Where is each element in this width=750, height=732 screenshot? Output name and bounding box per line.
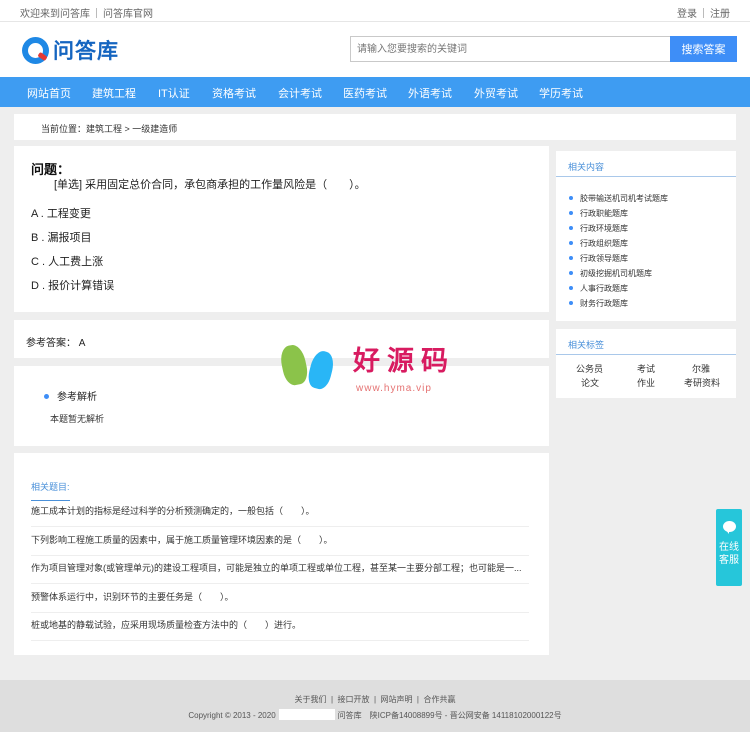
login-link[interactable]: 登录 (677, 9, 697, 20)
option-a: A . 工程变更 (31, 208, 91, 220)
reference-answer: 参考答案： A (26, 338, 86, 349)
chat-icon (723, 521, 736, 534)
logo-text: 问答库 (53, 40, 119, 63)
tag-item[interactable]: 公务员 (576, 362, 603, 375)
nav-foreign-trade[interactable]: 外贸考试 (474, 85, 518, 101)
bullet-icon (569, 286, 573, 290)
related-content-item[interactable]: 胶带输送机司机考试题库 (569, 193, 668, 204)
site-logo[interactable]: 问答库 (22, 36, 119, 64)
question-stem: [单选] 采用固定总价合同，承包商承担的工作量风险是（ ）。 (54, 179, 366, 191)
footer: 关于我们 | 接口开放 | 网站声明 | 合作共赢 Copyright © 20… (0, 680, 750, 732)
copyright: Copyright © 2013 - 2020 问答库 陕ICP备14008899… (188, 709, 562, 720)
related-tags-panel: 相关标签 公务员 考试 尔雅 论文 作业 考研资料 (556, 329, 736, 398)
watermark-url: www.hyma.vip (356, 383, 432, 394)
bullet-icon (569, 211, 573, 215)
main-nav: 网站首页 建筑工程 IT认证 资格考试 会计考试 医药考试 外语考试 外贸考试 … (0, 77, 750, 107)
search-box: 搜索答案 (350, 36, 737, 62)
bullet-icon (569, 226, 573, 230)
related-content-item[interactable]: 行政领导题库 (569, 253, 628, 264)
analysis-title: 参考解析 (44, 388, 97, 403)
footer-link-cooperation[interactable]: 合作共赢 (423, 695, 455, 704)
related-content-panel: 相关内容 胶带输送机司机考试题库 行政职能题库 行政环境题库 行政组织题库 行政… (556, 151, 736, 321)
tag-item[interactable]: 尔雅 (692, 362, 710, 375)
watermark-text: 好源码 (353, 346, 455, 377)
tag-item[interactable]: 考研资料 (684, 376, 720, 389)
nav-home[interactable]: 网站首页 (27, 85, 71, 101)
nav-it-cert[interactable]: IT认证 (158, 85, 190, 101)
related-questions-heading: 相关题目: (31, 480, 70, 501)
footer-link-about[interactable]: 关于我们 (295, 695, 327, 704)
header: 问答库 搜索答案 (0, 22, 750, 77)
nav-education[interactable]: 学历考试 (539, 85, 583, 101)
related-questions-card: 相关题目: 施工成本计划的指标是经过科学的分析预测确定的，一般包括（ ）。 下列… (14, 453, 549, 655)
search-button[interactable]: 搜索答案 (670, 36, 737, 62)
bullet-icon (569, 256, 573, 260)
related-question-item[interactable]: 施工成本计划的指标是经过科学的分析预测确定的，一般包括（ ）。 (31, 504, 529, 527)
bullet-icon (44, 394, 49, 399)
welcome-text: 欢迎来到问答库 (20, 9, 90, 20)
search-input[interactable] (350, 36, 670, 62)
footprint-icon (305, 348, 337, 392)
online-service-button[interactable]: 在线客服 (716, 509, 742, 586)
nav-medical[interactable]: 医药考试 (343, 85, 387, 101)
option-b: B . 漏报项目 (31, 232, 92, 244)
related-question-item[interactable]: 桩或地基的静载试验，应采用现场质量检查方法中的（ ）进行。 (31, 618, 529, 641)
official-site-link[interactable]: 问答库官网 (103, 9, 153, 20)
option-d: D . 报价计算错误 (31, 280, 115, 292)
related-content-item[interactable]: 行政职能题库 (569, 208, 628, 219)
footer-link-statement[interactable]: 网站声明 (380, 695, 412, 704)
nav-qualification[interactable]: 资格考试 (212, 85, 256, 101)
bullet-icon (569, 196, 573, 200)
tag-item[interactable]: 论文 (581, 376, 599, 389)
related-content-item[interactable]: 人事行政题库 (569, 283, 628, 294)
bullet-icon (569, 301, 573, 305)
nav-construction[interactable]: 建筑工程 (92, 85, 136, 101)
tag-item[interactable]: 考试 (637, 362, 655, 375)
logo-q-icon (22, 36, 49, 64)
nav-accounting[interactable]: 会计考试 (278, 85, 322, 101)
tag-item[interactable]: 作业 (637, 376, 655, 389)
breadcrumb: 当前位置：建筑工程 > 一级建造师 (14, 114, 736, 140)
related-tags-heading: 相关标签 (556, 329, 736, 355)
nav-foreign-language[interactable]: 外语考试 (408, 85, 452, 101)
related-question-item[interactable]: 预警体系运行中，识别环节的主要任务是（ ）。 (31, 590, 529, 613)
option-c: C . 人工费上涨 (31, 256, 104, 268)
analysis-text: 本题暂无解析 (50, 414, 105, 424)
online-service-label: 在线客服 (719, 542, 739, 566)
related-content-heading: 相关内容 (556, 151, 736, 177)
question-card: 问题： [单选] 采用固定总价合同，承包商承担的工作量风险是（ ）。 A . 工… (14, 146, 549, 312)
related-content-item[interactable]: 行政环境题库 (569, 223, 628, 234)
footprint-icon (278, 342, 310, 388)
related-content-item[interactable]: 财务行政题库 (569, 298, 628, 309)
footer-link-api[interactable]: 接口开放 (338, 695, 370, 704)
bullet-icon (569, 241, 573, 245)
related-question-item[interactable]: 作为项目管理对象(或管理单元)的建设工程项目，可能是独立的单项工程或单位工程，甚… (31, 561, 529, 584)
watermark: 好源码 www.hyma.vip (278, 333, 485, 403)
related-question-item[interactable]: 下列影响工程施工质量的因素中，属于施工质量管理环境因素的是（ ）。 (31, 533, 529, 556)
register-link[interactable]: 注册 (710, 9, 730, 20)
related-content-item[interactable]: 行政组织题库 (569, 238, 628, 249)
bullet-icon (569, 271, 573, 275)
related-content-item[interactable]: 初级挖掘机司机题库 (569, 268, 652, 279)
top-bar: 欢迎来到问答库 问答库官网 登录 注册 (0, 0, 750, 22)
